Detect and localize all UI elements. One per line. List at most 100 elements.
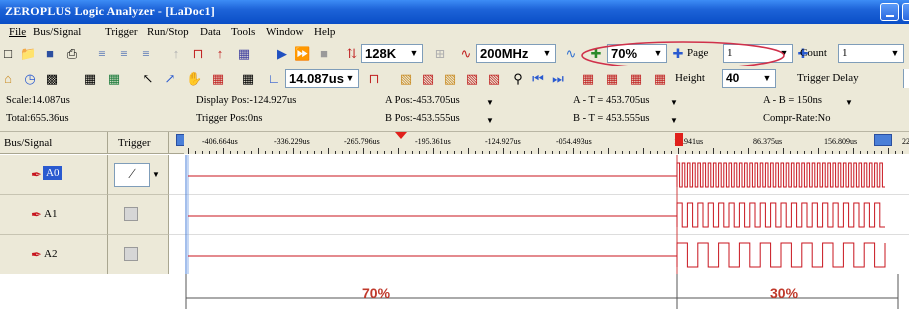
hand-icon[interactable]: ✋	[186, 71, 202, 87]
memory-depth-select[interactable]: 128K ▼	[361, 44, 423, 63]
i2c-icon[interactable]: ▦	[604, 71, 620, 87]
cursor-arrow-icon[interactable]: ↖	[140, 71, 156, 87]
bus-c-icon[interactable]: ▧	[442, 71, 458, 87]
ruler-tick	[671, 151, 672, 154]
menu-help[interactable]: Help	[314, 26, 335, 38]
menu-window[interactable]: Window	[266, 26, 303, 38]
frequency-select[interactable]: 200MHz ▼	[476, 44, 556, 63]
trigger-cell[interactable]	[108, 235, 169, 275]
a-b-dropdown-icon[interactable]: ▼	[845, 98, 853, 107]
b-cursor-marker[interactable]	[874, 134, 892, 146]
trigger-position-marker[interactable]	[395, 132, 407, 139]
table-icon[interactable]: ▦	[106, 71, 122, 87]
b-minus-t-info: B - T = 453.555us	[573, 113, 650, 124]
open-folder-icon[interactable]: 📁	[20, 46, 36, 62]
menu-trigger[interactable]: Trigger	[105, 26, 138, 38]
b-pos-dropdown-icon[interactable]: ▼	[486, 116, 494, 125]
ruler-label: 22	[902, 137, 909, 146]
bus-edit-icon[interactable]: ≡	[116, 46, 132, 62]
ruler-tick	[412, 151, 413, 154]
signal-a1-label[interactable]: A1	[44, 208, 57, 220]
trigger-setup-icon[interactable]: ▦	[236, 46, 252, 62]
count-select[interactable]: 1 ▼	[838, 44, 904, 63]
waveform-area[interactable]	[169, 195, 909, 235]
search-icon[interactable]: ⚲	[510, 71, 526, 87]
ruler-tick	[531, 151, 532, 154]
ruler-tick	[692, 151, 693, 154]
bus-a-icon[interactable]: ▧	[398, 71, 414, 87]
signal-name-cell[interactable]: ✒ A2	[0, 235, 108, 275]
menu-tools[interactable]: Tools	[231, 26, 255, 38]
monitor-icon[interactable]: ▩	[44, 71, 60, 87]
signal-square-wave	[676, 242, 886, 268]
trigger-delay-field[interactable]	[903, 69, 909, 88]
uart-icon[interactable]: ▦	[628, 71, 644, 87]
waveform-a0	[185, 155, 885, 195]
trigger-cell[interactable]: ∕ ▼	[108, 155, 169, 195]
memory-icon[interactable]: ⇅	[344, 46, 360, 62]
trigger-edge-button[interactable]: ∕	[114, 163, 150, 187]
b-t-dropdown-icon[interactable]: ▼	[670, 116, 678, 125]
frequency-set-icon[interactable]: ∿	[563, 46, 579, 62]
bus-config-icon[interactable]: ≡	[138, 46, 154, 62]
run-repeat-icon[interactable]: ⏩	[294, 46, 310, 62]
display-icon[interactable]: ▦	[240, 71, 256, 87]
trigger-rising-icon[interactable]: ↑	[168, 46, 184, 62]
ruler-tick	[832, 151, 833, 154]
a-t-dropdown-icon[interactable]: ▼	[670, 98, 678, 107]
menu-run-stop[interactable]: Run/Stop	[147, 26, 189, 38]
ruler-tick	[370, 151, 371, 154]
goto-start-icon[interactable]: ⏮	[530, 71, 546, 87]
save-icon[interactable]: ■	[42, 46, 58, 62]
ruler-tick	[503, 148, 504, 154]
trigger-delay-label: Trigger Delay	[797, 72, 859, 84]
spi-icon[interactable]: ▦	[652, 71, 668, 87]
chevron-down-icon[interactable]: ▼	[152, 170, 160, 179]
height-select[interactable]: 40 ▼	[722, 69, 776, 88]
signal-name-cell[interactable]: ✒ A1	[0, 195, 108, 235]
a-minus-t-info: A - T = 453.705us	[573, 95, 650, 106]
trigger-edge-icon[interactable]: ↑	[212, 46, 228, 62]
bus-b-icon[interactable]: ▧	[420, 71, 436, 87]
signal-a0-label[interactable]: A0	[43, 166, 63, 180]
stop-icon[interactable]: ■	[316, 46, 332, 62]
print-icon[interactable]: ⎙	[64, 46, 80, 62]
frequency-icon[interactable]: ∿	[458, 46, 474, 62]
menu-file[interactable]: File	[9, 26, 26, 38]
maximize-button[interactable]	[902, 3, 909, 21]
trigger-cell[interactable]	[108, 195, 169, 235]
bus-t-icon[interactable]: ▧	[464, 71, 480, 87]
signal-name-cell[interactable]: ✒ A0	[0, 155, 108, 195]
ruler-tick	[356, 151, 357, 154]
trigger-cursor-marker[interactable]	[675, 133, 683, 146]
new-file-icon[interactable]: □	[0, 46, 16, 62]
chart-icon[interactable]: ▦	[210, 71, 226, 87]
dont-care-icon[interactable]	[124, 207, 138, 221]
signal-a2-label[interactable]: A2	[44, 248, 57, 260]
run-icon[interactable]: ▶	[274, 46, 290, 62]
signal-row-a0: ✒ A0 ∕ ▼	[0, 155, 909, 195]
waveform-area[interactable]	[169, 235, 909, 275]
home-icon[interactable]: ⌂	[0, 71, 16, 87]
ruler-tick	[251, 151, 252, 154]
dont-care-icon[interactable]	[124, 247, 138, 261]
grid-icon[interactable]: ▦	[82, 71, 98, 87]
select-icon[interactable]: ↗	[162, 71, 178, 87]
minimize-button[interactable]	[880, 3, 899, 21]
scale-select[interactable]: 14.087us ▼	[285, 69, 359, 88]
menu-bus-signal[interactable]: Bus/Signal	[33, 26, 81, 38]
ruler-label: -124.927us	[485, 137, 521, 146]
ruler-icon[interactable]: ∟	[266, 71, 282, 87]
clock-icon[interactable]: ◷	[22, 71, 38, 87]
bus-d-icon[interactable]: ▧	[486, 71, 502, 87]
signal-wave-icon[interactable]: ⊓	[366, 71, 382, 87]
goto-end-icon[interactable]: ⏭	[550, 71, 566, 87]
sample-compress-icon[interactable]: ⊞	[432, 46, 448, 62]
bus-add-icon[interactable]: ≡	[94, 46, 110, 62]
trigger-pulse-icon[interactable]: ⊓	[190, 46, 206, 62]
display-pos-info: Display Pos:-124.927us	[196, 95, 297, 106]
menu-data[interactable]: Data	[200, 26, 221, 38]
waveform-area[interactable]	[169, 155, 909, 195]
a-pos-dropdown-icon[interactable]: ▼	[486, 98, 494, 107]
report-icon[interactable]: ▦	[580, 71, 596, 87]
